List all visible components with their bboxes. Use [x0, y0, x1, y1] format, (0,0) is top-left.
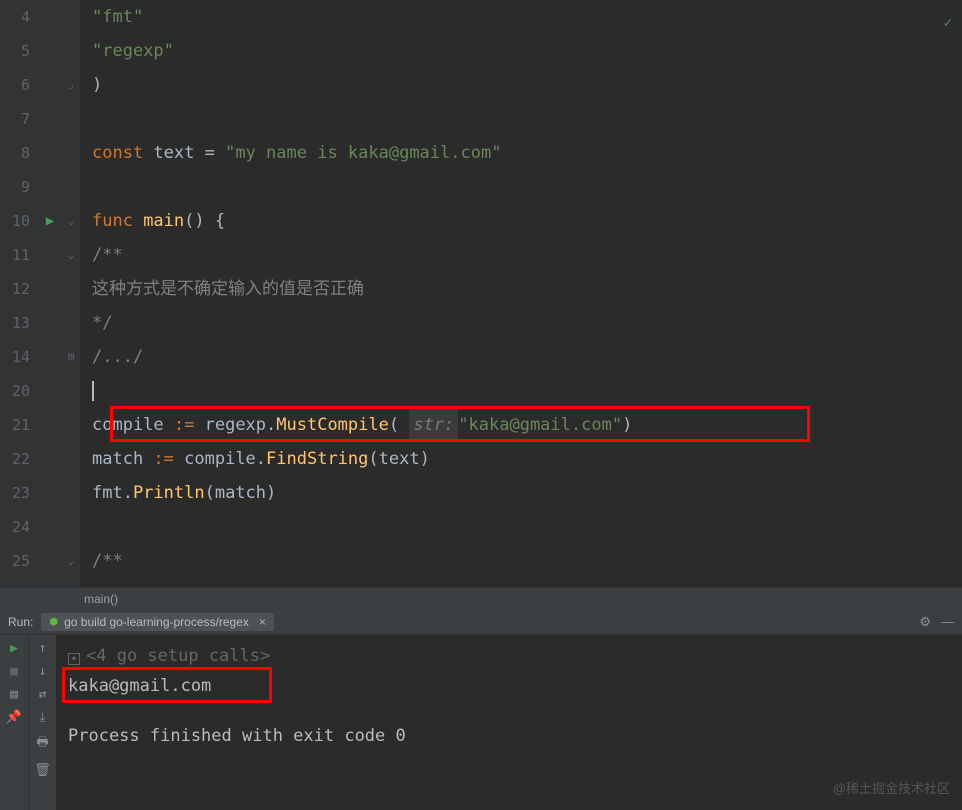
- line-number[interactable]: 5: [0, 34, 30, 68]
- run-gutter: ▶: [38, 0, 62, 587]
- line-number[interactable]: 12: [0, 272, 30, 306]
- run-toolbar-left: ▶ ■ ▤ 📌: [0, 635, 28, 810]
- expand-icon[interactable]: +: [68, 653, 80, 665]
- wrap-icon[interactable]: ⇄: [39, 687, 47, 702]
- close-icon[interactable]: ×: [259, 615, 266, 629]
- code-content[interactable]: "fmt" "regexp" ) const text = "my name i…: [80, 0, 962, 587]
- fold-expand-icon[interactable]: ⊞: [62, 340, 80, 374]
- code-editor: ✓ 4 5 6 7 8 9 10 11 12 13 14 20 21 22 23…: [0, 0, 962, 610]
- line-number[interactable]: 6: [0, 68, 30, 102]
- line-number[interactable]: 4: [0, 0, 30, 34]
- print-icon[interactable]: 🖶: [36, 733, 48, 755]
- annotation-highlight: [110, 406, 810, 442]
- line-number-gutter: 4 5 6 7 8 9 10 11 12 13 14 20 21 22 23 2…: [0, 0, 38, 587]
- code-text: text: [143, 136, 204, 170]
- code-text: */: [92, 306, 112, 340]
- run-header: Run: ⬢ go build go-learning-process/rege…: [0, 610, 962, 635]
- code-text: "my name is kaka@gmail.com": [225, 136, 501, 170]
- code-text: Println: [133, 476, 205, 510]
- run-tool-window: Run: ⬢ go build go-learning-process/rege…: [0, 610, 962, 810]
- text-caret: [92, 381, 94, 401]
- code-text: "regexp": [92, 34, 174, 68]
- line-number[interactable]: 13: [0, 306, 30, 340]
- line-number[interactable]: 9: [0, 170, 30, 204]
- code-text: (match): [205, 476, 277, 510]
- fold-open-icon[interactable]: ⌄: [62, 204, 80, 238]
- code-text: () {: [184, 204, 225, 238]
- fold-gutter: ⌟ ⌄ ⌄ ⊞ ⌄: [62, 0, 80, 587]
- console-output[interactable]: +<4 go setup calls> kaka@gmail.com Proce…: [56, 635, 962, 810]
- up-icon[interactable]: ↑: [39, 641, 47, 656]
- down-icon[interactable]: ↓: [39, 664, 47, 679]
- run-line-icon[interactable]: ▶: [38, 204, 62, 238]
- line-number[interactable]: 20: [0, 374, 30, 408]
- line-number[interactable]: 24: [0, 510, 30, 544]
- line-number[interactable]: 21: [0, 408, 30, 442]
- code-text: main: [133, 204, 184, 238]
- run-label: Run:: [8, 615, 33, 629]
- code-text: "fmt": [92, 0, 143, 34]
- console-line: Process finished with exit code 0: [68, 721, 950, 751]
- delete-icon[interactable]: 🗑: [34, 763, 51, 778]
- stop-icon[interactable]: ■: [10, 664, 18, 679]
- code-text: FindString: [266, 442, 368, 476]
- code-text: ): [92, 68, 102, 102]
- line-number[interactable]: 10: [0, 204, 30, 238]
- code-text: 这种方式是不确定输入的值是否正确: [92, 272, 364, 306]
- code-text: /**: [92, 544, 123, 578]
- line-number[interactable]: 11: [0, 238, 30, 272]
- fold-close-icon[interactable]: ⌟: [62, 68, 80, 102]
- code-text: /.../: [92, 340, 143, 374]
- code-text: compile.: [174, 442, 266, 476]
- go-icon: ⬢: [49, 617, 58, 628]
- line-number[interactable]: 7: [0, 102, 30, 136]
- code-text: (text): [368, 442, 429, 476]
- code-text: fmt.: [92, 476, 133, 510]
- code-text: const: [92, 136, 143, 170]
- line-number[interactable]: 8: [0, 136, 30, 170]
- watermark: @稀土掘金技术社区: [833, 774, 950, 804]
- pin-icon[interactable]: 📌: [6, 710, 22, 725]
- code-container[interactable]: ✓ 4 5 6 7 8 9 10 11 12 13 14 20 21 22 23…: [0, 0, 962, 587]
- run-tab-label: go build go-learning-process/regex: [64, 615, 249, 629]
- line-number[interactable]: 22: [0, 442, 30, 476]
- run-toolbar-right: ↑ ↓ ⇄ ⤓ 🖶 🗑: [28, 635, 56, 810]
- rerun-icon[interactable]: ▶: [10, 641, 18, 656]
- code-text: func: [92, 204, 133, 238]
- line-number[interactable]: 25: [0, 544, 30, 578]
- run-config-tab[interactable]: ⬢ go build go-learning-process/regex ×: [41, 613, 274, 631]
- scroll-icon[interactable]: ⤓: [40, 710, 46, 725]
- minimize-icon[interactable]: —: [941, 614, 954, 630]
- code-text: match: [92, 442, 153, 476]
- line-number[interactable]: 23: [0, 476, 30, 510]
- gear-icon[interactable]: ⚙: [919, 614, 931, 630]
- console-line: <4 go setup calls>: [86, 646, 270, 666]
- fold-open-icon[interactable]: ⌄: [62, 544, 80, 578]
- layout-icon[interactable]: ▤: [10, 687, 18, 702]
- annotation-highlight: [62, 667, 272, 703]
- fold-open-icon[interactable]: ⌄: [62, 238, 80, 272]
- code-text: /**: [92, 238, 123, 272]
- code-text: :=: [153, 442, 173, 476]
- code-text: =: [205, 136, 225, 170]
- breadcrumb[interactable]: main(): [0, 587, 962, 610]
- breadcrumb-item[interactable]: main(): [84, 592, 118, 606]
- line-number[interactable]: 14: [0, 340, 30, 374]
